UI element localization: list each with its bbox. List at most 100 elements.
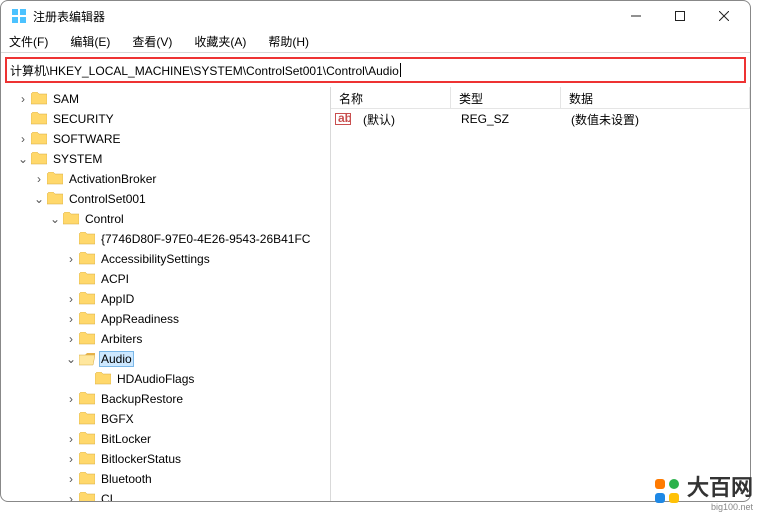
app-icon (11, 8, 27, 24)
svg-text:ab: ab (338, 111, 351, 125)
folder-icon (79, 332, 95, 346)
tree-label: AppID (99, 292, 136, 306)
column-name[interactable]: 名称 (331, 87, 451, 108)
watermark-logo-icon (653, 477, 681, 505)
folder-icon (79, 252, 95, 266)
tree-item-sam[interactable]: › SAM (1, 89, 330, 109)
tree-item-ci[interactable]: › CI (1, 489, 330, 502)
chevron-right-icon[interactable]: › (65, 313, 77, 325)
folder-icon (79, 232, 95, 246)
tree-item-acpi[interactable]: › ACPI (1, 269, 330, 289)
value-name: (默认) (355, 111, 453, 128)
tree-label: CI (99, 492, 115, 502)
close-button[interactable] (702, 1, 746, 31)
value-row[interactable]: ab (默认) REG_SZ (数值未设置) (331, 109, 750, 129)
titlebar: 注册表编辑器 (1, 1, 750, 31)
chevron-right-icon[interactable]: › (33, 173, 45, 185)
folder-icon (31, 152, 47, 166)
tree-label: BitlockerStatus (99, 452, 183, 466)
chevron-right-icon[interactable]: › (65, 333, 77, 345)
tree-item-appreadiness[interactable]: › AppReadiness (1, 309, 330, 329)
chevron-right-icon[interactable]: › (65, 453, 77, 465)
folder-icon (79, 412, 95, 426)
tree-item-system[interactable]: ⌄ SYSTEM (1, 149, 330, 169)
details-view[interactable]: 名称 类型 数据 ab (默认) REG_SZ (数值未设置) (331, 87, 750, 502)
tree-item-hdaudioflags[interactable]: › HDAudioFlags (1, 369, 330, 389)
column-type[interactable]: 类型 (451, 87, 561, 108)
tree-label: SOFTWARE (51, 132, 123, 146)
value-type: REG_SZ (453, 112, 563, 126)
tree-label: BGFX (99, 412, 136, 426)
chevron-right-icon[interactable]: › (17, 133, 29, 145)
tree-label: SAM (51, 92, 81, 106)
tree-item-arbiters[interactable]: › Arbiters (1, 329, 330, 349)
tree-label: BitLocker (99, 432, 153, 446)
address-bar[interactable]: 计算机\HKEY_LOCAL_MACHINE\SYSTEM\ControlSet… (8, 60, 743, 80)
address-highlight: 计算机\HKEY_LOCAL_MACHINE\SYSTEM\ControlSet… (5, 57, 746, 83)
menubar: 文件(F) 编辑(E) 查看(V) 收藏夹(A) 帮助(H) (1, 31, 750, 53)
tree-item-software[interactable]: › SOFTWARE (1, 129, 330, 149)
tree-label: AppReadiness (99, 312, 181, 326)
tree-item-control[interactable]: ⌄ Control (1, 209, 330, 229)
folder-icon (79, 472, 95, 486)
chevron-right-icon[interactable]: › (65, 293, 77, 305)
tree-item-bluetooth[interactable]: › Bluetooth (1, 469, 330, 489)
column-data[interactable]: 数据 (561, 87, 750, 108)
tree-label: ControlSet001 (67, 192, 148, 206)
maximize-button[interactable] (658, 1, 702, 31)
tree-view[interactable]: › SAM › SECURITY › SOFTWARE ⌄ SYSTEM › (1, 87, 331, 502)
chevron-down-icon[interactable]: ⌄ (65, 353, 77, 365)
value-data: (数值未设置) (563, 111, 750, 128)
tree-item-activationbroker[interactable]: › ActivationBroker (1, 169, 330, 189)
folder-icon (79, 492, 95, 502)
minimize-button[interactable] (614, 1, 658, 31)
folder-icon (47, 172, 63, 186)
tree-item-controlset001[interactable]: ⌄ ControlSet001 (1, 189, 330, 209)
tree-label: {7746D80F-97E0-4E26-9543-26B41FC (99, 232, 312, 246)
menu-favorites[interactable]: 收藏夹(A) (190, 31, 250, 52)
chevron-down-icon[interactable]: ⌄ (49, 213, 61, 225)
menu-help[interactable]: 帮助(H) (264, 31, 313, 52)
chevron-right-icon[interactable]: › (65, 493, 77, 502)
text-cursor (400, 63, 401, 77)
watermark: 大百网 big100.net (653, 470, 753, 512)
tree-item-bitlocker[interactable]: › BitLocker (1, 429, 330, 449)
chevron-right-icon[interactable]: › (65, 253, 77, 265)
column-header: 名称 类型 数据 (331, 87, 750, 109)
chevron-right-icon[interactable]: › (65, 393, 77, 405)
tree-item-security[interactable]: › SECURITY (1, 109, 330, 129)
folder-icon (79, 452, 95, 466)
folder-icon (79, 272, 95, 286)
folder-icon (79, 292, 95, 306)
menu-edit[interactable]: 编辑(E) (66, 31, 114, 52)
chevron-right-icon[interactable]: › (65, 433, 77, 445)
chevron-down-icon[interactable]: ⌄ (17, 153, 29, 165)
tree-label: SECURITY (51, 112, 116, 126)
tree-item-accessibility[interactable]: › AccessibilitySettings (1, 249, 330, 269)
chevron-right-icon[interactable]: › (17, 93, 29, 105)
tree-item-audio[interactable]: ⌄ Audio (1, 349, 330, 369)
folder-icon (63, 212, 79, 226)
main-panel: › SAM › SECURITY › SOFTWARE ⌄ SYSTEM › (1, 87, 750, 502)
folder-icon (31, 132, 47, 146)
tree-label: ActivationBroker (67, 172, 158, 186)
watermark-text: 大百网 (687, 475, 753, 500)
chevron-right-icon[interactable]: › (65, 473, 77, 485)
folder-icon (79, 432, 95, 446)
menu-file[interactable]: 文件(F) (5, 31, 52, 52)
tree-item-backuprestore[interactable]: › BackupRestore (1, 389, 330, 409)
window: 注册表编辑器 文件(F) 编辑(E) 查看(V) 收藏夹(A) 帮助(H) 计算… (0, 0, 751, 502)
tree-item-bitlockerstatus[interactable]: › BitlockerStatus (1, 449, 330, 469)
menu-view[interactable]: 查看(V) (128, 31, 176, 52)
tree-item-bgfx[interactable]: › BGFX (1, 409, 330, 429)
folder-icon (31, 92, 47, 106)
tree-label: ACPI (99, 272, 131, 286)
folder-icon (31, 112, 47, 126)
chevron-down-icon[interactable]: ⌄ (33, 193, 45, 205)
tree-label: Bluetooth (99, 472, 154, 486)
tree-item-guid[interactable]: › {7746D80F-97E0-4E26-9543-26B41FC (1, 229, 330, 249)
tree-item-appid[interactable]: › AppID (1, 289, 330, 309)
tree-label: AccessibilitySettings (99, 252, 212, 266)
window-title: 注册表编辑器 (33, 8, 614, 25)
folder-icon (47, 192, 63, 206)
